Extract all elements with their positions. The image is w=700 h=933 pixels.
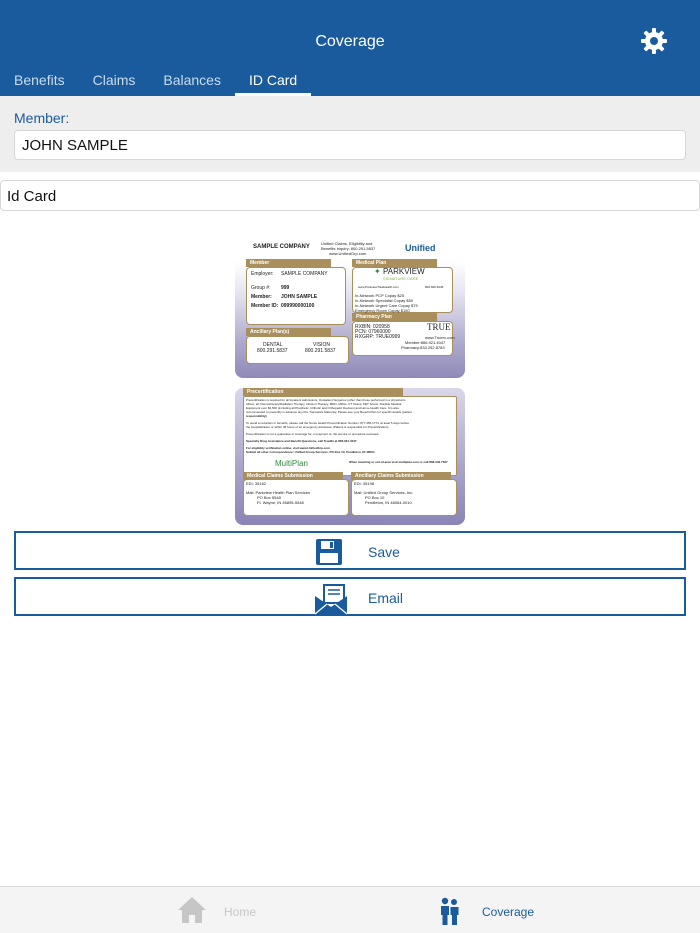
save-button[interactable]: Save xyxy=(14,531,686,570)
precert-line-4: recommended to precertify in advance any… xyxy=(246,410,412,414)
parkview-logo: ✦ xyxy=(374,267,381,276)
card-pharmacy-tab: Pharmacy Plan xyxy=(352,313,437,321)
member-select[interactable]: JOHN SAMPLE xyxy=(14,130,686,160)
card-employer-label: Employer: xyxy=(251,271,274,277)
settings-button[interactable] xyxy=(640,27,670,57)
card-member-id-label: Member ID: xyxy=(251,303,279,309)
card-dental-phone: 800.291.5837 xyxy=(257,348,288,354)
card-member-label: Member: xyxy=(251,294,272,300)
multiplan-logo: MultiPlan xyxy=(275,459,308,468)
email-label: Email xyxy=(368,590,404,606)
card-claims-site: www.UnifiedGrp.com xyxy=(329,251,367,256)
bottom-tab-home[interactable]: Home xyxy=(176,887,286,933)
document-select[interactable]: Id Card xyxy=(0,180,700,211)
card-precert-tab: Precertification xyxy=(243,388,403,396)
email-button[interactable]: Email xyxy=(14,577,686,616)
parkview-name: PARKVIEW xyxy=(383,267,425,276)
ancillary-mail-3: Pendleton, IN 46064-0010 xyxy=(365,500,412,505)
family-icon xyxy=(441,897,459,925)
home-icon xyxy=(178,897,206,923)
card-member-tab: Member xyxy=(246,259,331,267)
card-group-label: Group #: xyxy=(251,285,271,291)
member-label: Member: xyxy=(14,110,70,126)
tab-benefits[interactable]: Benefits xyxy=(0,64,79,96)
card-employer-value: SAMPLE COMPANY xyxy=(281,271,328,277)
precert-line-5: responsibility). xyxy=(246,414,268,418)
medical-edi: EDI: 35162 xyxy=(246,481,267,486)
specialty-drug: Specialty Drug Assistance and Benefit Qu… xyxy=(246,439,357,443)
coverage-tabs: Benefits Claims Balances ID Card xyxy=(0,64,700,96)
card-vision-phone: 800.291.5837 xyxy=(305,348,336,354)
card-pharmacy-phone: Pharmacy:833.252.8783 xyxy=(401,345,445,350)
card-medical-phone: 800.696.4648 xyxy=(425,285,444,289)
signature-care: SIGNATURE CARE xyxy=(383,276,419,281)
precert-line-7: the hospitalization or within 48 hours o… xyxy=(246,425,390,429)
save-icon xyxy=(316,539,342,565)
card-company: SAMPLE COMPANY xyxy=(253,244,310,250)
save-label: Save xyxy=(368,544,400,560)
id-card-back-image: Precertification Precertification is req… xyxy=(235,388,465,525)
tab-id-card[interactable]: ID Card xyxy=(234,64,312,96)
card-rxgrp: RXGRP: TRUE0999 xyxy=(355,334,401,340)
bottom-tab-coverage[interactable]: Coverage xyxy=(440,887,550,933)
bottom-tab-bar: Home Coverage xyxy=(0,886,700,933)
ancillary-edi: EDI: 35198 xyxy=(354,481,375,486)
card-member-value: JOHN SAMPLE xyxy=(281,294,318,300)
eligibility-line-2: Submit all other correspondence: Unified… xyxy=(246,450,375,454)
travel-note: When traveling or out-of-area visit mult… xyxy=(349,460,448,464)
id-card-front-image: SAMPLE COMPANY Unified Claims, Eligibili… xyxy=(235,236,465,378)
app-root: Coverage Benefits Claims Balances ID Car… xyxy=(0,0,700,933)
tab-claims[interactable]: Claims xyxy=(79,64,150,96)
card-claims-title: Unified Claims, Eligibility and Benefits… xyxy=(321,241,376,251)
gear-icon xyxy=(641,28,667,54)
home-label: Home xyxy=(224,905,257,919)
true-logo: TRUE xyxy=(427,322,451,332)
unified-logo: Unified xyxy=(405,243,436,253)
precert-line-8: Precertification is not a guarantee of c… xyxy=(246,432,380,436)
card-medical-site: www.ParkviewTotalHealth.com xyxy=(358,285,399,289)
page-title: Coverage xyxy=(315,33,385,50)
nav-header: Coverage xyxy=(0,0,700,64)
tab-balances[interactable]: Balances xyxy=(149,64,235,96)
email-icon xyxy=(314,584,348,615)
card-group-value: 999 xyxy=(281,285,290,291)
card-medical-tab: Medical Plan xyxy=(352,259,437,267)
card-member-id-value: 099990000100 xyxy=(281,303,315,309)
member-panel: Member: JOHN SAMPLE xyxy=(0,96,700,172)
coverage-label: Coverage xyxy=(482,905,535,919)
card-ancillary-tab: Ancillary Plan(s) xyxy=(246,328,331,336)
medical-mail-3: Ft. Wayne, IN 46895-5548 xyxy=(257,500,304,505)
